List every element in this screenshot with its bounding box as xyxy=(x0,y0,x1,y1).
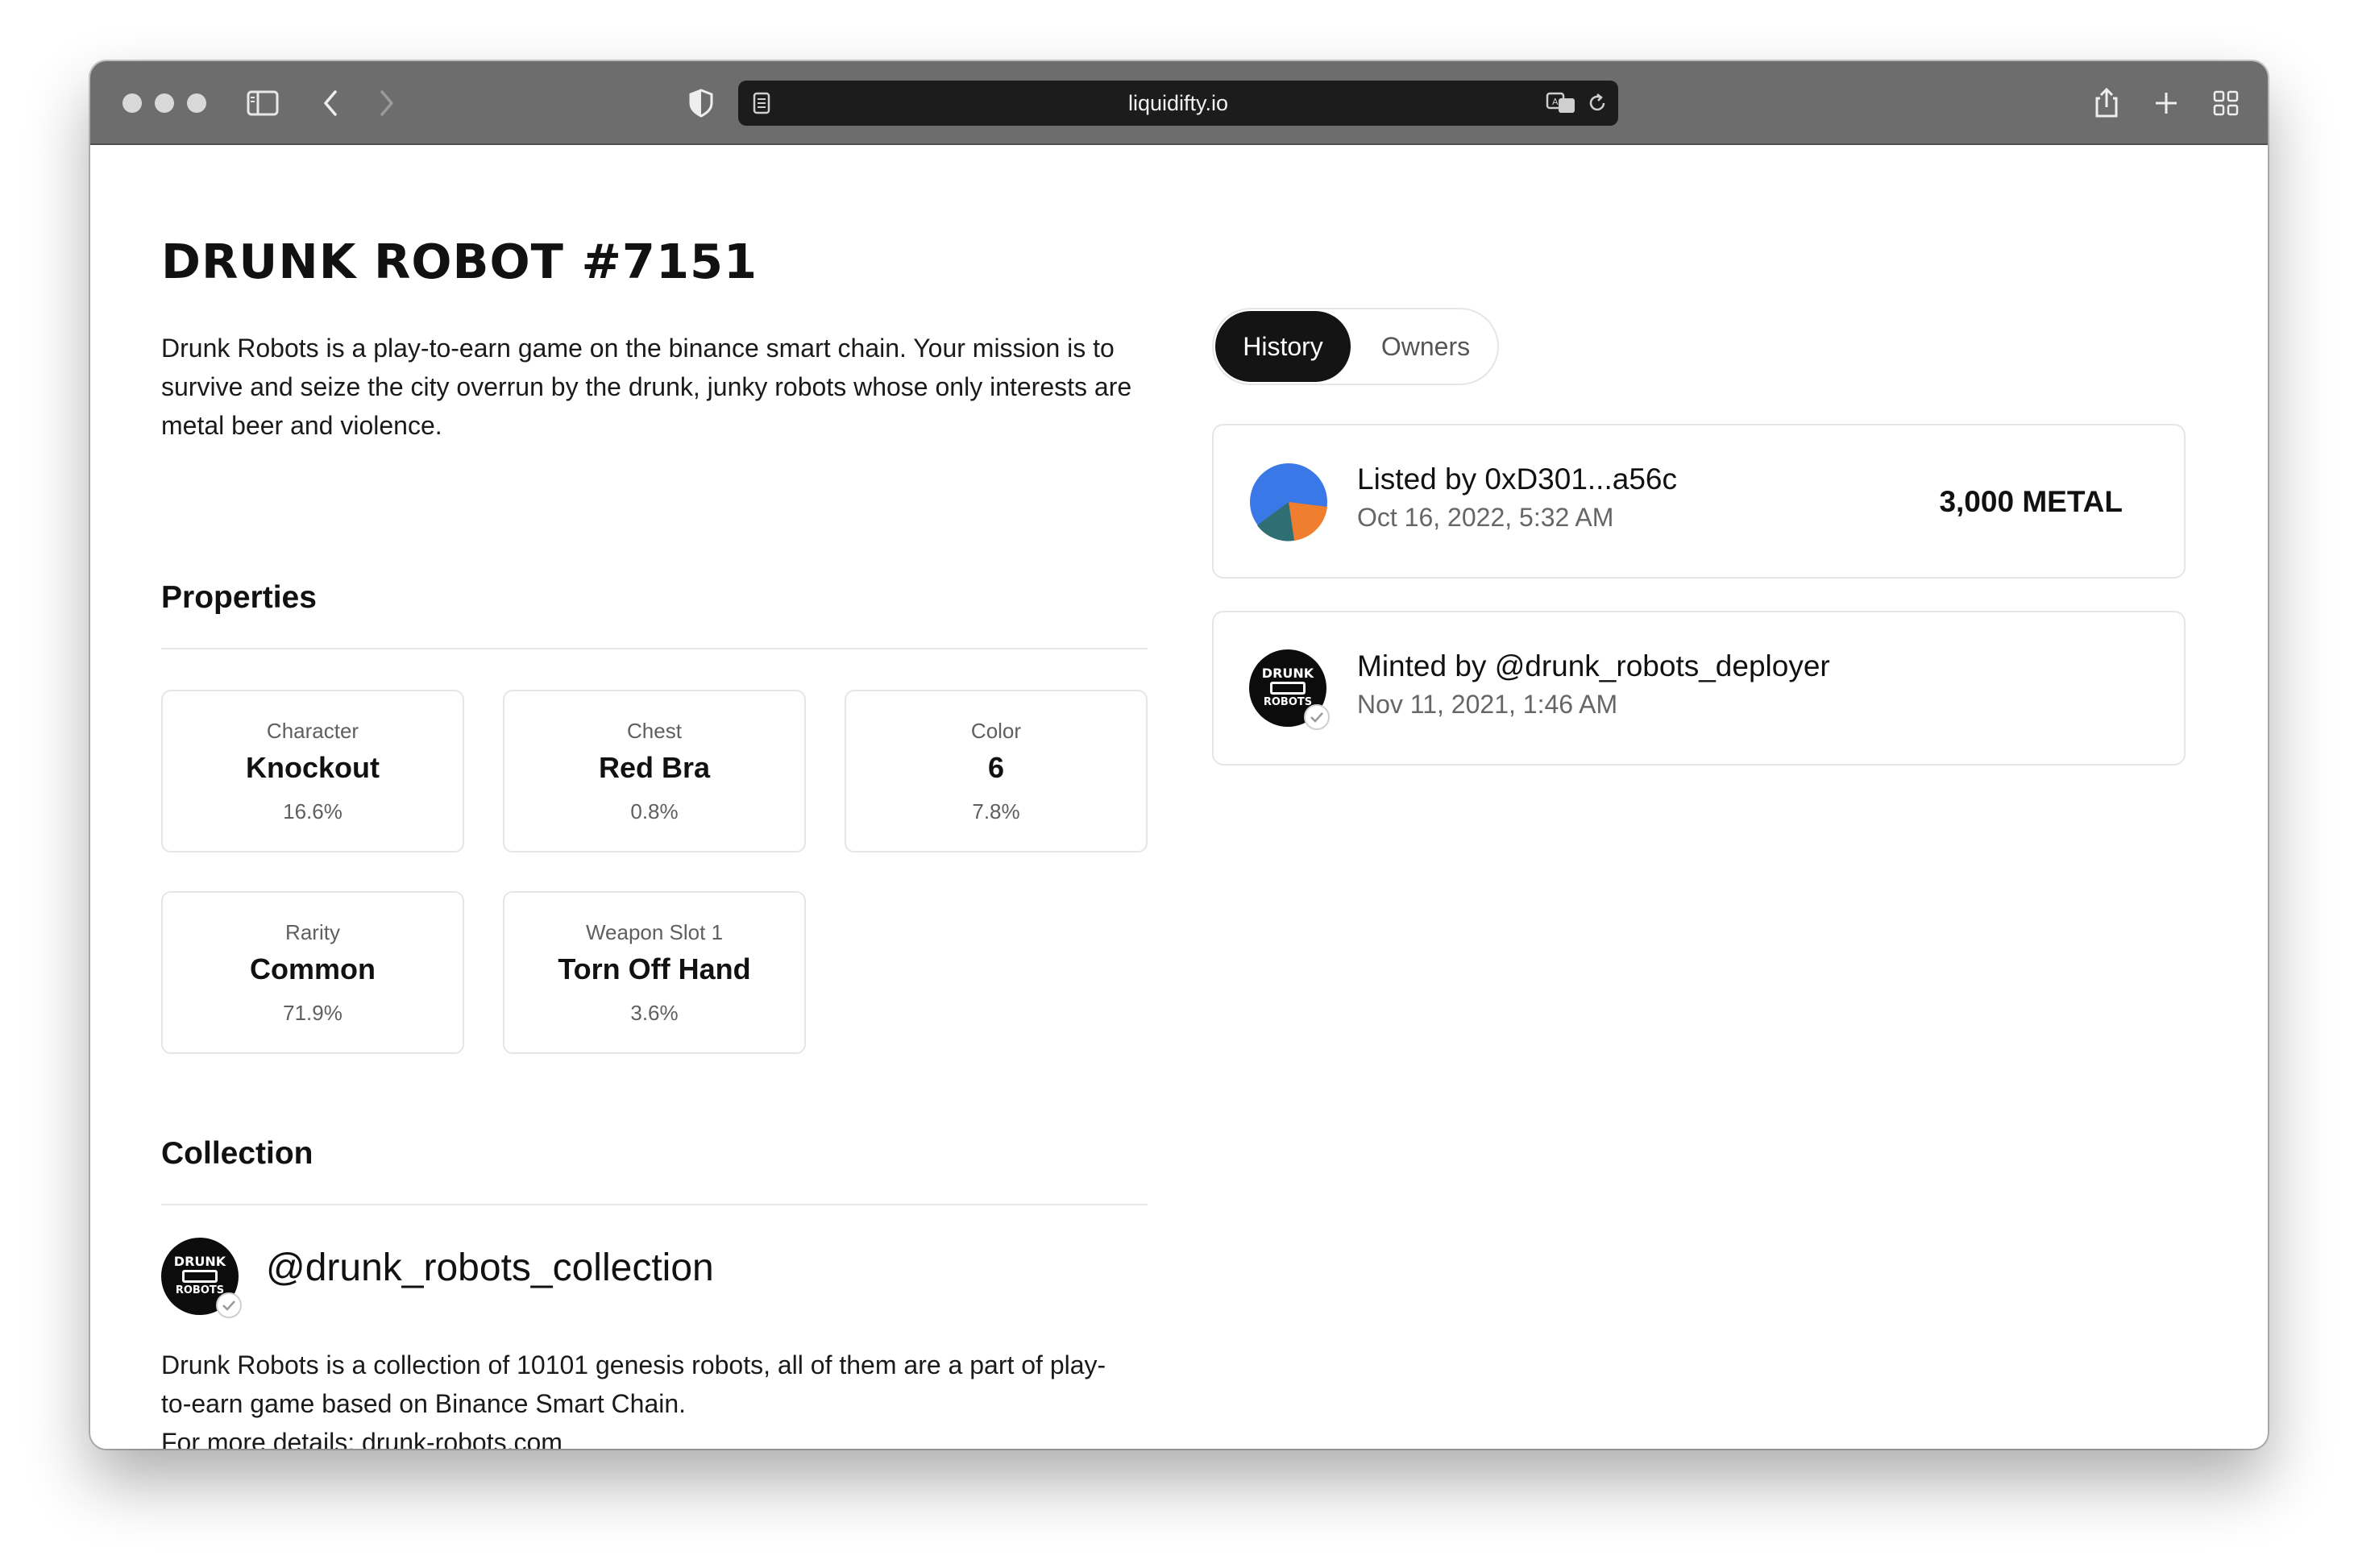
deployer-avatar: DRUNK ROBOTS xyxy=(1249,649,1330,730)
property-card-chest[interactable]: Chest Red Bra 0.8% xyxy=(503,690,806,852)
collection-name-link[interactable]: @drunk_robots_collection xyxy=(266,1246,714,1290)
property-card-weapon-slot-1[interactable]: Weapon Slot 1 Torn Off Hand 3.6% xyxy=(503,891,806,1054)
property-card-color[interactable]: Color 6 7.8% xyxy=(845,690,1148,852)
close-window-button[interactable] xyxy=(122,93,142,113)
property-label: Weapon Slot 1 xyxy=(585,920,724,944)
property-value: Torn Off Hand xyxy=(558,952,751,985)
user-avatar xyxy=(1250,463,1327,541)
reload-icon[interactable] xyxy=(1586,92,1609,118)
properties-heading: Properties xyxy=(161,580,317,615)
logo-goggles xyxy=(1270,682,1306,695)
property-label: Rarity xyxy=(285,920,340,944)
share-icon[interactable] xyxy=(2089,85,2124,121)
tab-overview-icon[interactable] xyxy=(2208,85,2244,121)
property-value: Common xyxy=(250,952,376,985)
nft-title: DRUNK ROBOT #7151 xyxy=(161,234,758,289)
new-tab-icon[interactable] xyxy=(2148,85,2184,121)
history-item-listing[interactable]: Listed by 0xD301...a56c Oct 16, 2022, 5:… xyxy=(1212,424,2186,579)
collection-heading: Collection xyxy=(161,1136,313,1171)
properties-divider xyxy=(161,648,1148,649)
property-rarity-percent: 7.8% xyxy=(972,799,1020,823)
property-rarity-percent: 16.6% xyxy=(283,799,342,823)
property-card-character[interactable]: Character Knockout 16.6% xyxy=(161,690,464,852)
verified-check-icon xyxy=(1304,704,1330,730)
property-label: Character xyxy=(266,719,359,743)
page-content: DRUNK ROBOT #7151 Drunk Robots is a play… xyxy=(90,145,2268,1449)
browser-window: liquidifty.io A DRUNK ROBOT #7151 Drunk … xyxy=(90,61,2268,1449)
collection-description: Drunk Robots is a collection of 10101 ge… xyxy=(161,1346,1160,1449)
collection-description-line: Drunk Robots is a collection of 10101 ge… xyxy=(161,1350,1106,1379)
history-event-title: Listed by 0xD301...a56c xyxy=(1357,463,1677,496)
logo-text-top: DRUNK xyxy=(173,1254,226,1269)
logo-text-top: DRUNK xyxy=(1261,666,1314,681)
tab-owners[interactable]: Owners xyxy=(1355,311,1496,382)
svg-text:A: A xyxy=(1552,97,1559,107)
tab-history[interactable]: History xyxy=(1215,311,1351,382)
nft-description: Drunk Robots is a play-to-earn game on t… xyxy=(161,334,1132,440)
collection-avatar[interactable]: DRUNK ROBOTS xyxy=(161,1238,242,1318)
zoom-window-button[interactable] xyxy=(187,93,206,113)
forward-icon[interactable] xyxy=(369,85,405,121)
verified-check-icon xyxy=(216,1292,242,1318)
property-value: 6 xyxy=(987,751,1005,784)
history-event-date: Oct 16, 2022, 5:32 AM xyxy=(1357,503,1614,532)
back-icon[interactable] xyxy=(313,85,348,121)
history-item-mint[interactable]: DRUNK ROBOTS Minted by @drunk_robots_dep… xyxy=(1212,611,2186,765)
property-rarity-percent: 3.6% xyxy=(630,1001,679,1025)
collection-description-line: For more details: drunk-robots.com xyxy=(161,1428,563,1449)
logo-goggles xyxy=(182,1270,218,1283)
property-value: Knockout xyxy=(246,751,380,784)
browser-toolbar: liquidifty.io A xyxy=(90,61,2268,145)
address-bar[interactable]: liquidifty.io A xyxy=(738,81,1618,126)
url-text: liquidifty.io xyxy=(1127,91,1229,115)
property-rarity-percent: 71.9% xyxy=(283,1001,342,1025)
translate-icon[interactable]: A xyxy=(1546,90,1578,120)
property-card-rarity[interactable]: Rarity Common 71.9% xyxy=(161,891,464,1054)
property-label: Color xyxy=(970,719,1022,743)
listing-price: 3,000 METAL xyxy=(1939,485,2123,518)
history-owners-tabs: History Owners xyxy=(1212,308,1499,385)
minimize-window-button[interactable] xyxy=(155,93,174,113)
shield-icon[interactable] xyxy=(683,85,719,121)
history-event-date: Nov 11, 2021, 1:46 AM xyxy=(1357,690,1618,719)
property-rarity-percent: 0.8% xyxy=(630,799,679,823)
collection-divider xyxy=(161,1204,1148,1205)
property-label: Chest xyxy=(627,719,682,743)
sidebar-icon[interactable] xyxy=(245,85,280,121)
property-value: Red Bra xyxy=(598,751,711,784)
history-event-title: Minted by @drunk_robots_deployer xyxy=(1357,649,1830,682)
collection-description-line: to-earn game based on Binance Smart Chai… xyxy=(161,1389,687,1418)
